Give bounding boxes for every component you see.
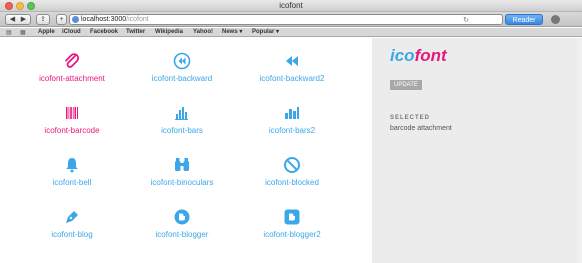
icon-grid: icofont-attachment icofont-backward icof…	[0, 38, 372, 263]
icon-card-blocked[interactable]: icofont-blocked	[230, 156, 354, 187]
barcode-icon	[66, 107, 78, 119]
blog-pen-icon	[66, 211, 78, 223]
icon-label: icofont-blog	[51, 230, 93, 239]
book-icon[interactable]: ▤	[6, 29, 12, 38]
share-icon: ⇪	[40, 16, 46, 23]
icon-card-bars2[interactable]: icofont-bars2	[230, 104, 354, 135]
icon-card-attachment[interactable]: icofont-attachment	[10, 52, 134, 83]
icon-card-bell[interactable]: icofont-bell	[10, 156, 134, 187]
icon-card-backward2[interactable]: icofont-backward2	[230, 52, 354, 83]
bookmarks-bar: ▤ ▦ Apple iCloud Facebook Twitter Wikipe…	[0, 28, 582, 37]
reader-button[interactable]: Reader	[505, 14, 543, 25]
icon-card-blog[interactable]: icofont-blog	[10, 208, 134, 239]
bookmark-facebook[interactable]: Facebook	[90, 28, 118, 37]
bell-icon	[66, 158, 78, 173]
bookmark-news[interactable]: News ▾	[222, 28, 242, 37]
icon-card-backward[interactable]: icofont-backward	[120, 52, 244, 83]
icon-card-blogger[interactable]: icofont-blogger	[120, 208, 244, 239]
icon-label: icofont-attachment	[39, 74, 105, 83]
plus-icon: +	[59, 16, 64, 23]
icon-label: icofont-backward2	[259, 74, 325, 83]
globe-icon	[72, 16, 79, 23]
icon-card-binoculars[interactable]: icofont-binoculars	[120, 156, 244, 187]
icon-label: icofont-bars2	[268, 126, 316, 135]
sidebar: icofont UPDATE SELECTED barcode attachme…	[372, 38, 582, 263]
blocked-icon	[284, 157, 300, 173]
scrollbar[interactable]	[578, 38, 582, 263]
icon-label: icofont-backward	[151, 74, 213, 83]
address-bar[interactable]: localhost:3000/icofont ↻	[69, 14, 503, 25]
backward-circle-icon	[173, 52, 191, 70]
icon-label: icofont-binoculars	[150, 178, 214, 187]
bar-chart-icon	[175, 107, 188, 120]
rewind-icon	[286, 56, 298, 66]
app-logo: icofont	[390, 46, 447, 66]
bookmark-wikipedia[interactable]: Wikipedia	[155, 28, 183, 37]
icon-label: icofont-barcode	[44, 126, 100, 135]
new-tab-button[interactable]: +	[56, 14, 67, 25]
icon-label: icofont-bars	[161, 126, 203, 135]
selected-heading: SELECTED	[390, 115, 431, 121]
window-title: icofont	[279, 1, 303, 10]
icon-card-blogger2[interactable]: icofont-blogger2	[230, 208, 354, 239]
downloads-icon[interactable]	[550, 14, 562, 25]
minimize-window-button[interactable]	[16, 2, 24, 10]
bookmark-apple[interactable]: Apple	[38, 28, 55, 37]
bookmark-yahoo[interactable]: Yahoo!	[193, 28, 213, 37]
maximize-window-button[interactable]	[27, 2, 35, 10]
back-arrow-icon[interactable]: ◀	[7, 15, 18, 25]
reload-icon[interactable]: ↻	[463, 16, 469, 26]
share-button[interactable]: ⇪	[36, 14, 50, 25]
bookmark-popular[interactable]: Popular ▾	[252, 28, 279, 37]
back-forward-buttons[interactable]: ◀ ▶	[5, 14, 31, 25]
icon-label: icofont-blogger	[155, 230, 209, 239]
bookmark-twitter[interactable]: Twitter	[126, 28, 145, 37]
url-path: /icofont	[126, 16, 149, 23]
icon-label: icofont-bell	[52, 178, 92, 187]
title-bar: icofont	[0, 0, 582, 12]
binoculars-icon	[175, 158, 189, 171]
paperclip-icon	[65, 53, 80, 68]
close-window-button[interactable]	[5, 2, 13, 10]
bookmark-icloud[interactable]: iCloud	[62, 28, 81, 37]
browser-toolbar: ◀ ▶ ⇪ + localhost:3000/icofont ↻ Reader	[0, 12, 582, 27]
icon-card-barcode[interactable]: icofont-barcode	[10, 104, 134, 135]
blogger-square-icon	[284, 209, 300, 225]
logo-part-font: font	[414, 46, 447, 65]
grid-icon[interactable]: ▦	[20, 29, 26, 38]
forward-arrow-icon[interactable]: ▶	[18, 15, 29, 25]
update-button[interactable]: UPDATE	[390, 80, 422, 90]
logo-part-ico: ico	[390, 46, 415, 65]
icon-label: icofont-blocked	[265, 178, 319, 187]
selected-value: barcode attachment	[390, 125, 452, 132]
icon-card-bars[interactable]: icofont-bars	[120, 104, 244, 135]
page-content: icofont-attachment icofont-backward icof…	[0, 38, 582, 263]
url-host: localhost:3000	[81, 16, 127, 23]
blogger-icon	[174, 209, 190, 225]
icon-label: icofont-blogger2	[263, 230, 321, 239]
bar-chart-alt-icon	[285, 107, 299, 119]
